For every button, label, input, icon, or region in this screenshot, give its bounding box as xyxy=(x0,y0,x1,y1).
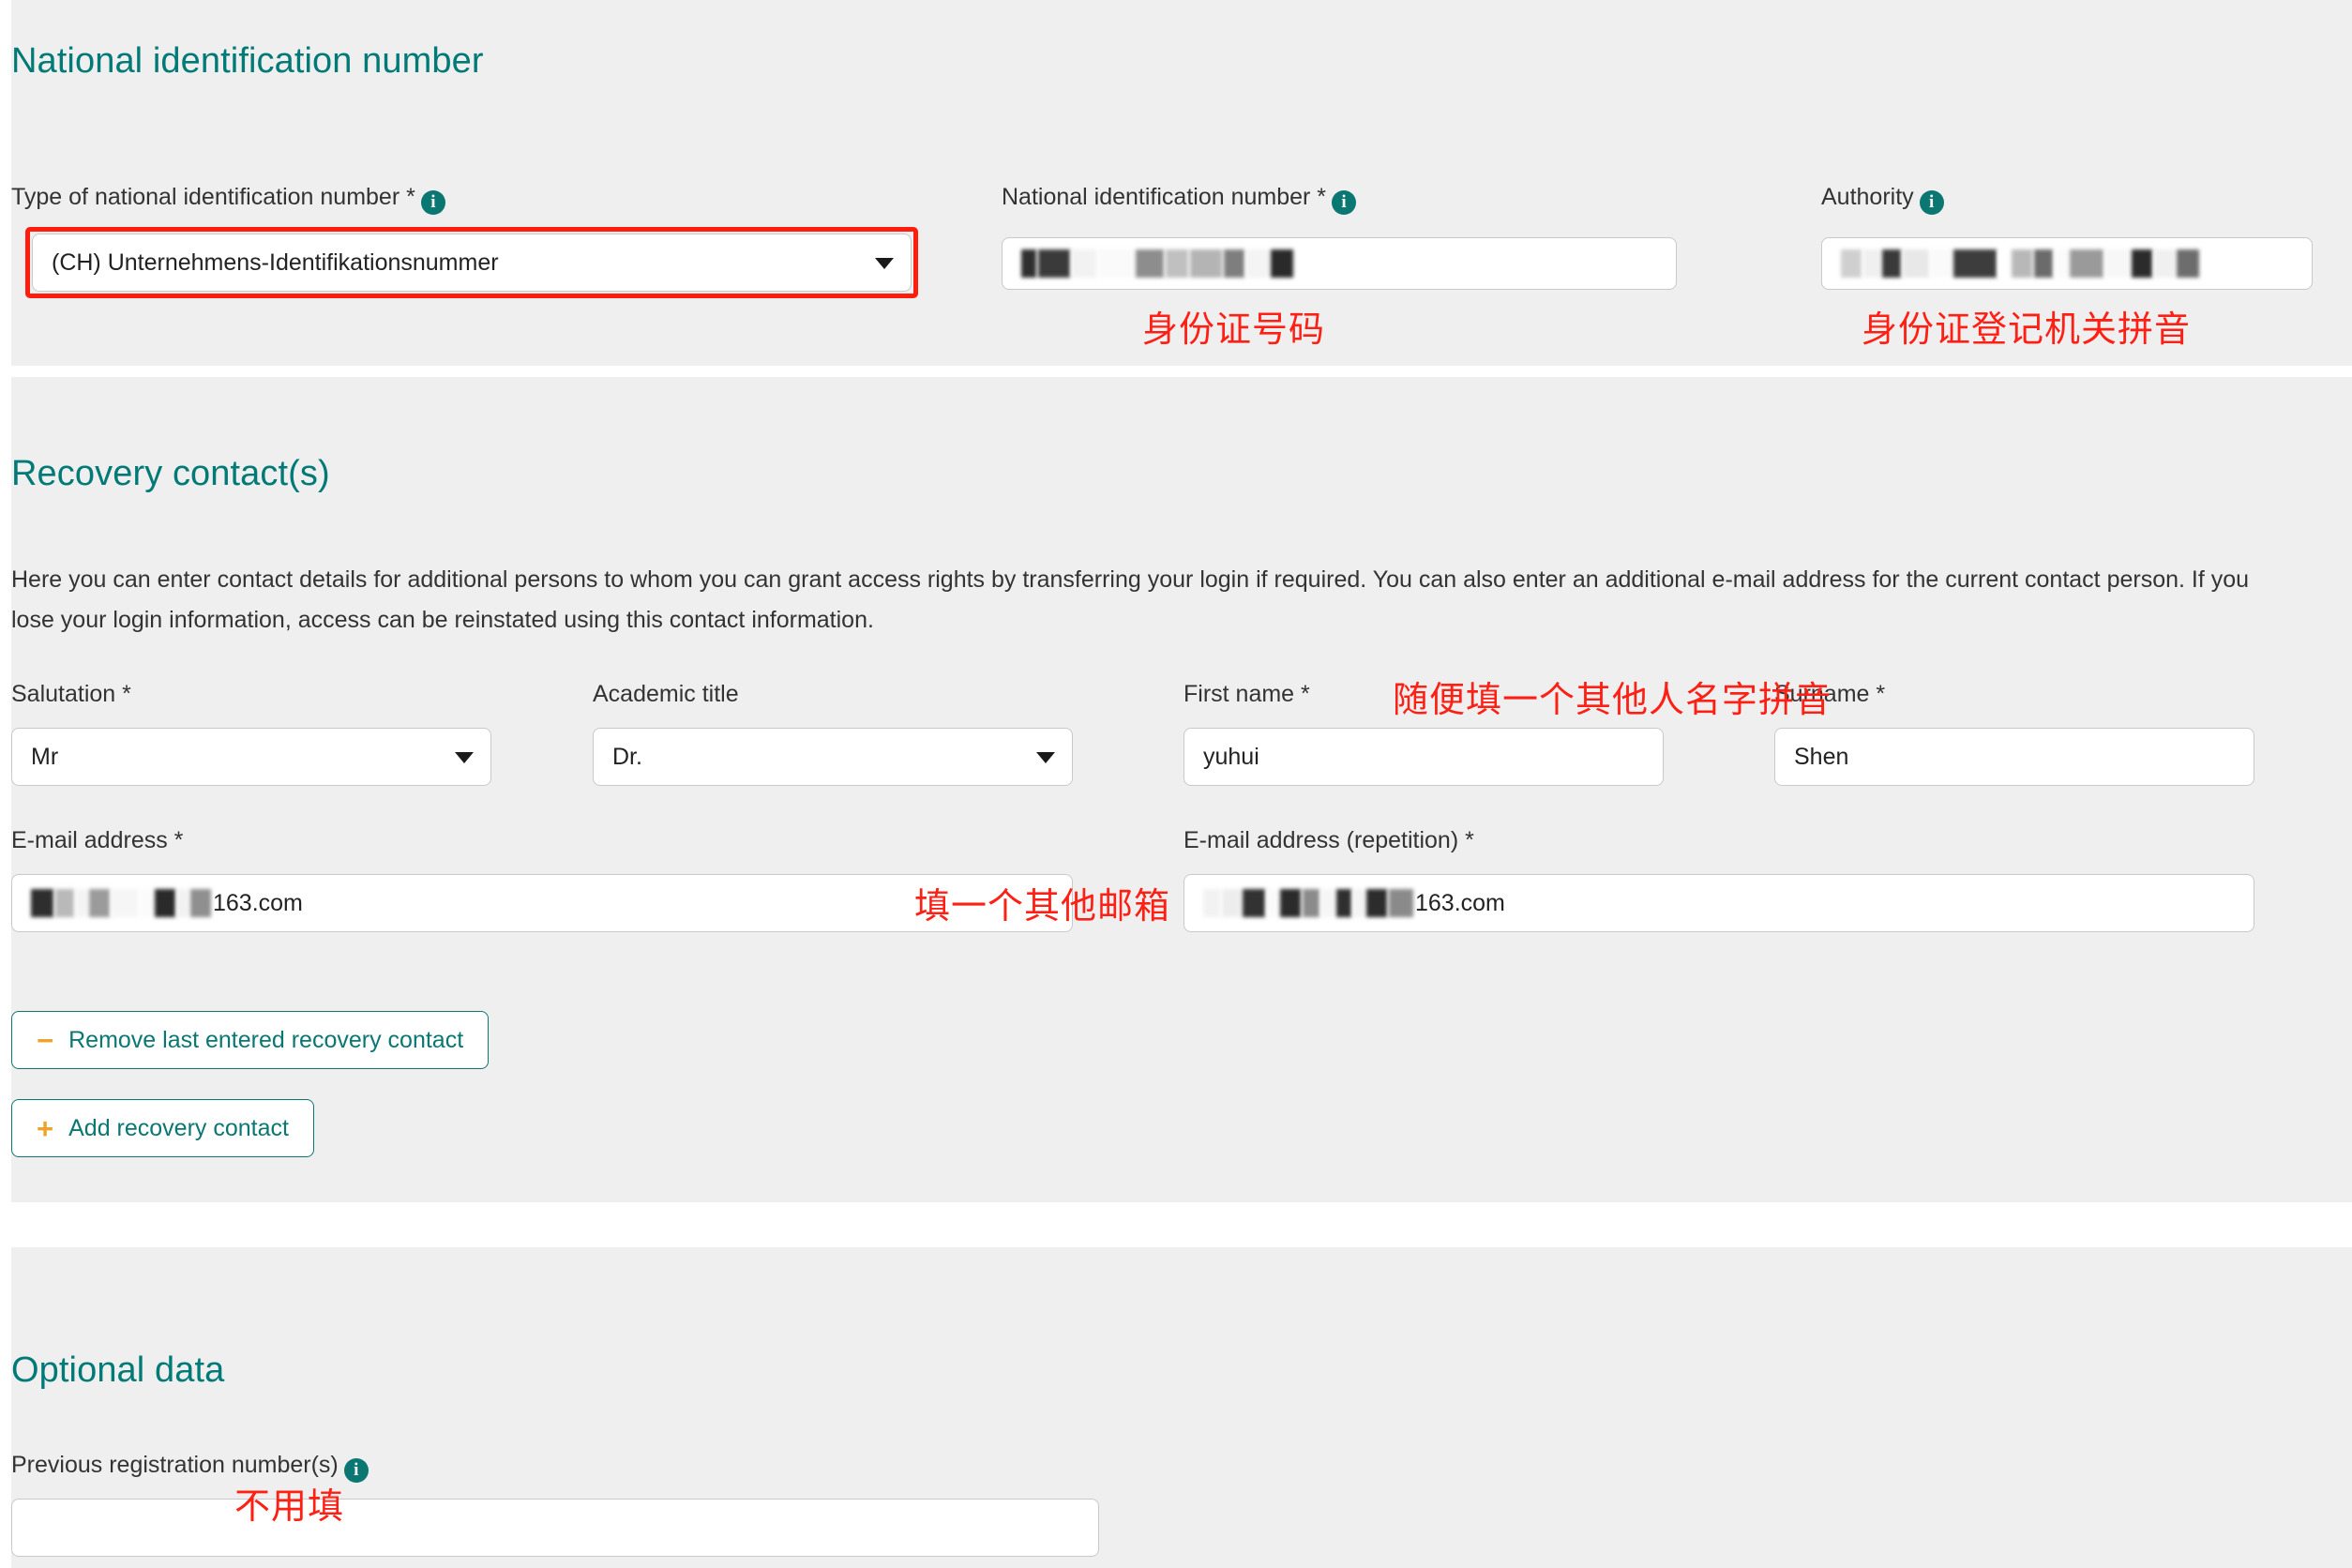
info-icon[interactable]: i xyxy=(421,190,445,215)
annotation-authority: 身份证登记机关拼音 xyxy=(1862,300,2191,352)
input-surname-value: Shen xyxy=(1794,744,1848,771)
remove-recovery-contact-label: Remove last entered recovery contact xyxy=(68,1027,463,1054)
annotation-no-fill: 不用填 xyxy=(234,1477,344,1529)
chevron-down-icon xyxy=(455,752,474,763)
input-email-repetition[interactable]: 163.com xyxy=(1184,874,2254,932)
minus-icon: − xyxy=(37,1026,53,1055)
select-academic-title[interactable]: Dr. xyxy=(593,728,1073,786)
section-title-optional: Optional data xyxy=(11,1350,224,1391)
chevron-down-icon xyxy=(1036,752,1055,763)
annotation-name: 随便填一个其他人名字拼音 xyxy=(1393,671,1832,722)
section-recovery-contacts: Recovery contact(s) Here you can enter c… xyxy=(11,377,2352,1202)
input-first-name-value: yuhui xyxy=(1203,744,1259,771)
chevron-down-icon xyxy=(875,258,894,269)
input-authority[interactable] xyxy=(1821,237,2313,290)
section-title-national: National identification number xyxy=(11,41,484,82)
registration-form-page: National identification number Type of n… xyxy=(0,0,2352,1568)
label-authority-text: Authority xyxy=(1821,184,1914,210)
label-national-id-number-text: National identification number * xyxy=(1002,184,1326,210)
redacted-authority-value xyxy=(1841,248,2201,279)
info-icon[interactable]: i xyxy=(344,1458,369,1483)
info-icon[interactable]: i xyxy=(1920,190,1944,215)
input-email-repetition-suffix: 163.com xyxy=(1415,890,1505,917)
label-first-name: First name * xyxy=(1184,681,1310,708)
annotation-id-number: 身份证号码 xyxy=(1142,300,1325,352)
redacted-email-repetition-local xyxy=(1203,887,1415,919)
input-national-id-number[interactable] xyxy=(1002,237,1677,290)
input-surname[interactable]: Shen xyxy=(1774,728,2254,786)
select-salutation-value: Mr xyxy=(31,744,58,771)
select-salutation[interactable]: Mr xyxy=(11,728,491,786)
plus-icon: + xyxy=(37,1114,53,1143)
label-email-repetition: E-mail address (repetition) * xyxy=(1184,827,1474,854)
select-type-of-national-id-value: (CH) Unternehmens-Identifikationsnummer xyxy=(52,249,499,277)
input-email-suffix: 163.com xyxy=(213,890,303,917)
recovery-description: Here you can enter contact details for a… xyxy=(11,560,2253,641)
redacted-email-local xyxy=(31,887,213,919)
input-first-name[interactable]: yuhui xyxy=(1184,728,1664,786)
redacted-national-id-value xyxy=(1021,248,1295,279)
section-optional-data: Optional data Previous registration numb… xyxy=(11,1247,2352,1568)
label-salutation: Salutation * xyxy=(11,681,131,708)
section-title-recovery: Recovery contact(s) xyxy=(11,454,330,494)
label-academic-title: Academic title xyxy=(593,681,739,708)
label-authority: Authorityi xyxy=(1821,184,1944,215)
label-national-id-number: National identification number *i xyxy=(1002,184,1356,215)
select-type-of-national-id[interactable]: (CH) Unternehmens-Identifikationsnummer xyxy=(32,234,912,292)
select-academic-title-value: Dr. xyxy=(612,744,642,771)
label-email: E-mail address * xyxy=(11,827,183,854)
info-icon[interactable]: i xyxy=(1332,190,1356,215)
add-recovery-contact-button[interactable]: + Add recovery contact xyxy=(11,1099,314,1157)
annotation-email: 填一个其他邮箱 xyxy=(914,877,1170,928)
remove-recovery-contact-button[interactable]: − Remove last entered recovery contact xyxy=(11,1011,489,1069)
add-recovery-contact-label: Add recovery contact xyxy=(68,1115,289,1142)
label-type-of-national-id-text: Type of national identification number * xyxy=(11,184,415,210)
label-previous-registration-numbers-text: Previous registration number(s) xyxy=(11,1452,339,1478)
input-previous-registration-numbers[interactable] xyxy=(11,1499,1099,1557)
label-type-of-national-id: Type of national identification number *… xyxy=(11,184,445,215)
